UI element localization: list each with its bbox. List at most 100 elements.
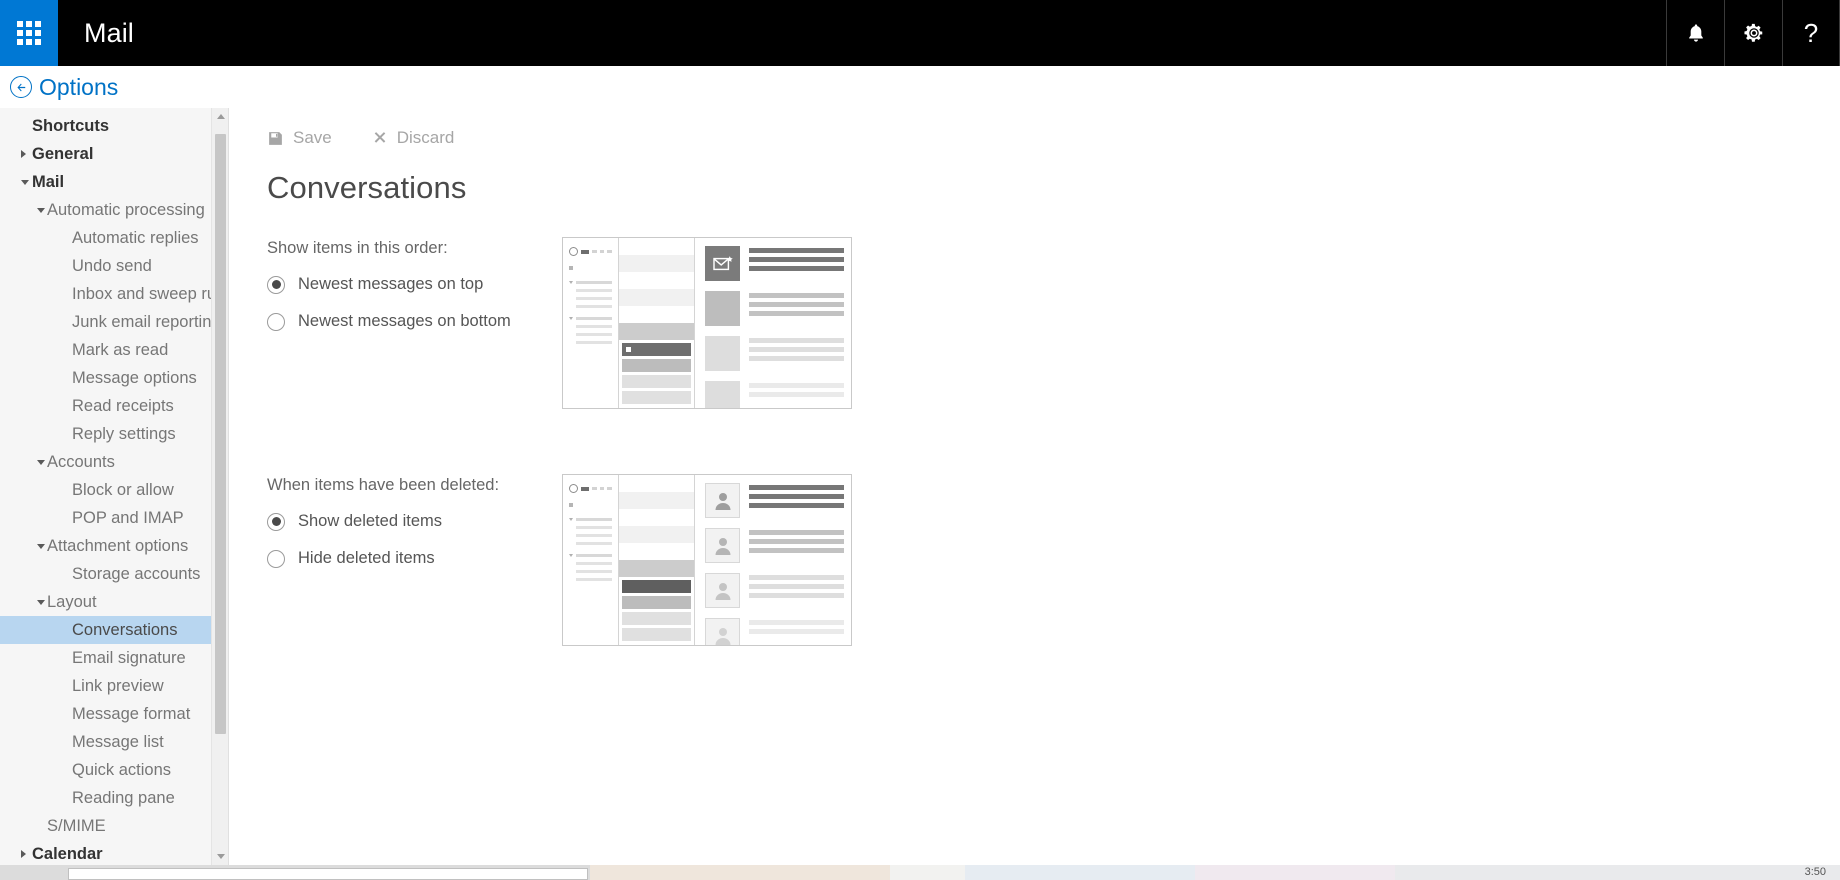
chevron-right-icon[interactable] [21,150,26,158]
sidebar-item-reply-settings[interactable]: Reply settings [0,420,228,448]
chevron-down-icon[interactable] [21,179,29,185]
scroll-up-arrow-icon[interactable] [212,108,228,125]
radio-show-deleted[interactable]: Show deleted items [267,512,562,531]
options-nav-list: Shortcuts General Mail Automatic processing… [0,108,228,865]
chevron-down-icon[interactable] [37,599,45,605]
app-bar: Mail ? [0,0,1840,66]
sidebar-item-label: Message list [72,732,164,751]
sidebar-item-shortcuts[interactable]: Shortcuts [0,112,228,140]
settings-button[interactable] [1724,0,1782,66]
sidebar-item-message-list[interactable]: Message list [0,728,228,756]
preview-person-avatar-icon [705,483,740,518]
conversation-order-preview [562,237,852,409]
sidebar-item-label: Conversations [72,620,178,639]
sidebar-item-label: Storage accounts [72,564,201,583]
sidebar-item-mark-as-read[interactable]: Mark as read [0,336,228,364]
discard-button[interactable]: Discard [372,128,455,148]
chevron-down-icon[interactable] [37,207,45,213]
radio-newest-on-top-label: Newest messages on top [298,275,484,293]
radio-hide-deleted-label: Hide deleted items [298,549,435,567]
radio-newest-on-top[interactable]: Newest messages on top [267,275,562,294]
preview-reading-pane [695,475,851,645]
sidebar-item-label: Quick actions [72,760,172,779]
deleted-items-label: When items have been deleted: [267,476,500,494]
discard-label: Discard [396,128,455,147]
radio-show-deleted-indicator[interactable] [267,512,285,531]
options-sidebar: Shortcuts General Mail Automatic processing… [0,108,228,865]
sidebar-item-link-preview[interactable]: Link preview [0,672,228,700]
floppy-disk-save-icon [269,131,282,145]
sidebar-item-accounts[interactable]: Accounts [0,448,228,476]
sidebar-item-label: Shortcuts [32,116,110,135]
scroll-down-arrow-icon[interactable] [212,848,228,865]
radio-hide-deleted[interactable]: Hide deleted items [267,549,562,568]
notifications-button[interactable] [1666,0,1724,66]
preview-message-thumb [705,291,740,326]
preview-selected-card [622,343,691,356]
deleted-items-options: When items have been deleted: Show delet… [267,474,562,586]
deleted-items-preview [562,474,852,646]
sidebar-item-automatic-replies[interactable]: Automatic replies [0,224,228,252]
sidebar-scrollbar[interactable] [211,108,228,865]
sidebar-item-s-mime[interactable]: S/MIME [0,812,228,840]
sidebar-item-label: Layout [47,592,97,611]
sidebar-item-general[interactable]: General [0,140,228,168]
sidebar-item-reading-pane[interactable]: Reading pane [0,784,228,812]
sidebar-item-label: Attachment options [47,536,189,555]
sidebar-item-undo-send[interactable]: Undo send [0,252,228,280]
preview-message-list [619,475,695,645]
preview-person-avatar-icon [705,573,740,608]
conversation-order-options: Show items in this order: Newest message… [267,237,562,349]
preview-reading-pane [695,238,851,408]
chevron-down-icon[interactable] [37,543,45,549]
sidebar-scrollbar-thumb[interactable] [215,134,226,734]
command-bar: Save Discard [267,108,1840,160]
app-bar-spacer [134,0,1666,66]
sidebar-item-automatic-processing[interactable]: Automatic processing [0,196,228,224]
sidebar-item-label: Mail [32,172,65,191]
back-arrow-circle-icon [10,76,32,98]
sidebar-item-label: Email signature [72,648,186,667]
preview-unread-envelope-icon [705,246,740,281]
sidebar-item-label: Reading pane [72,788,175,807]
sidebar-item-quick-actions[interactable]: Quick actions [0,756,228,784]
sidebar-item-block-or-allow[interactable]: Block or allow [0,476,228,504]
preview-person-avatar-icon [705,618,740,645]
sidebar-item-junk-email-reporting[interactable]: Junk email reporting [0,308,228,336]
preview-deleted-card [622,580,691,593]
radio-hide-deleted-indicator[interactable] [267,549,285,568]
sidebar-item-email-signature[interactable]: Email signature [0,644,228,672]
taskbar-window-button[interactable] [68,868,588,880]
app-launcher-grid-icon [17,21,41,45]
sidebar-item-attachment-options[interactable]: Attachment options [0,532,228,560]
sidebar-item-message-options[interactable]: Message options [0,364,228,392]
radio-newest-on-top-indicator[interactable] [267,275,285,294]
radio-newest-on-bottom[interactable]: Newest messages on bottom [267,312,562,331]
sidebar-item-pop-and-imap[interactable]: POP and IMAP [0,504,228,532]
help-button[interactable]: ? [1782,0,1840,66]
preview-person-avatar-icon [705,528,740,563]
body-wrapper: Shortcuts General Mail Automatic processing… [0,108,1840,865]
back-to-mail-link[interactable]: Options [10,74,118,101]
sidebar-item-label: Message options [72,368,197,387]
sidebar-item-inbox-and-sweep-rules[interactable]: Inbox and sweep rules [0,280,228,308]
sidebar-item-label: Calendar [32,844,103,863]
sidebar-item-conversations[interactable]: Conversations [0,616,228,644]
conversation-order-label: Show items in this order: [267,239,448,257]
sidebar-item-label: Reply settings [72,424,176,443]
app-launcher-button[interactable] [0,0,58,66]
options-header: Options [0,66,1840,108]
sidebar-item-label: Link preview [72,676,164,695]
sidebar-item-mail[interactable]: Mail [0,168,228,196]
chevron-right-icon[interactable] [21,850,26,858]
sidebar-item-message-format[interactable]: Message format [0,700,228,728]
sidebar-item-calendar[interactable]: Calendar [0,840,228,865]
save-button[interactable]: Save [267,128,332,148]
sidebar-item-label: POP and IMAP [72,508,184,527]
sidebar-item-label: Block or allow [72,480,174,499]
sidebar-item-read-receipts[interactable]: Read receipts [0,392,228,420]
sidebar-item-storage-accounts[interactable]: Storage accounts [0,560,228,588]
radio-newest-on-bottom-indicator[interactable] [267,312,285,331]
chevron-down-icon[interactable] [37,459,45,465]
sidebar-item-layout[interactable]: Layout [0,588,228,616]
